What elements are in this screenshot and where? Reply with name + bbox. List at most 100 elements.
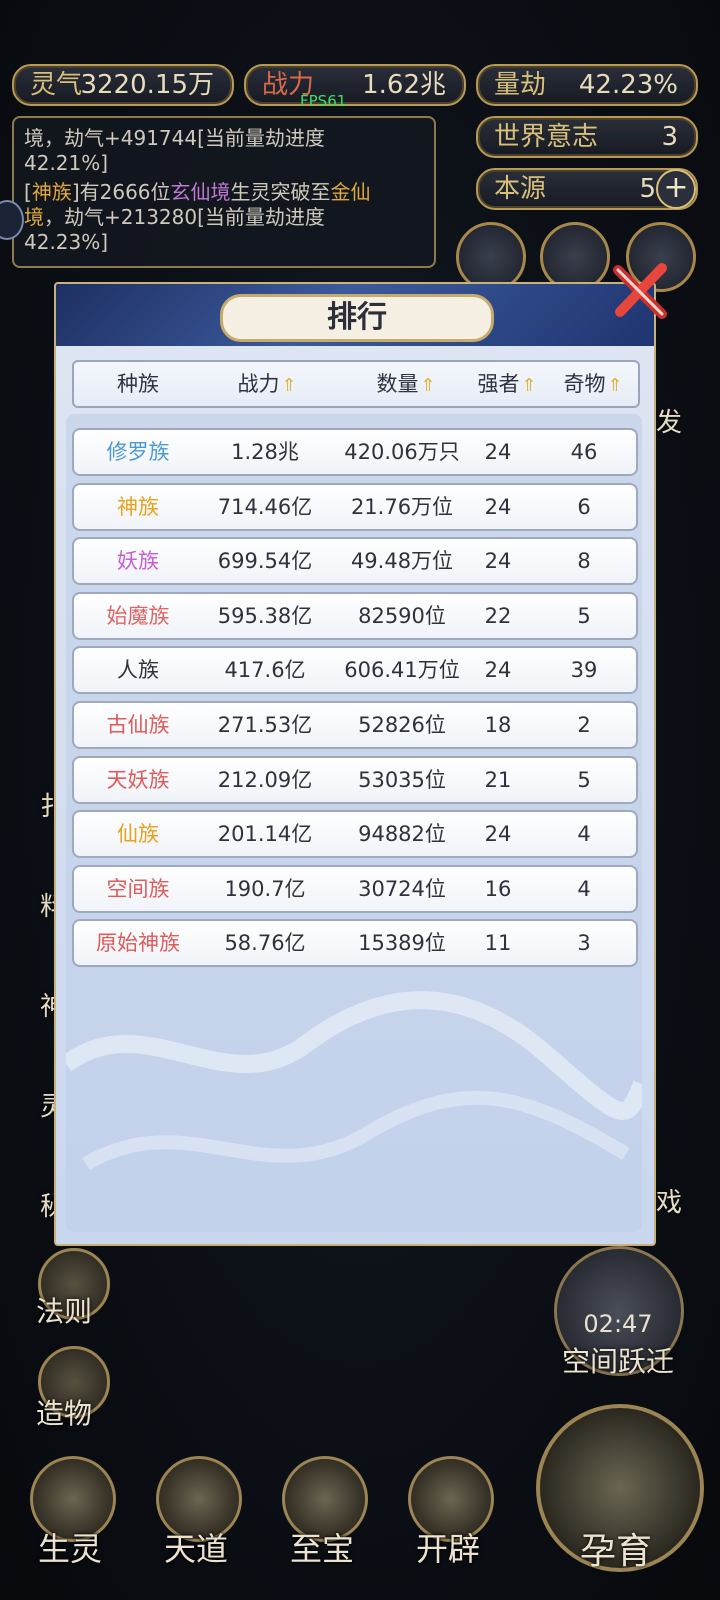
cell-power: 417.6亿 <box>224 658 306 683</box>
lingqi-resource: 灵气 3220.15万 <box>12 64 234 106</box>
cell-count: 15389位 <box>358 931 446 956</box>
cell-race: 空间族 <box>106 876 170 901</box>
cell-power: 595.38亿 <box>217 603 313 628</box>
nav-zhi-bao[interactable]: 至宝 <box>272 1456 372 1568</box>
cell-treasure: 5 <box>577 767 591 792</box>
lingqi-value: 3220.15万 <box>80 70 214 100</box>
cell-strong: 22 <box>484 603 512 628</box>
log-realm: 玄仙境 <box>170 180 231 204</box>
sort-power-button[interactable]: 战力 ⇑ <box>204 362 330 408</box>
side-btn-right[interactable]: 戏 <box>656 1182 682 1219</box>
cell-race: 始魔族 <box>106 603 170 628</box>
nav-label: 至宝 <box>289 1530 354 1568</box>
shijie-value: 3 <box>661 122 678 152</box>
log-text: 生灵突破至 <box>230 180 331 204</box>
header-race: 种族 <box>74 362 202 406</box>
header-treasure-label: 奇物 <box>563 372 606 396</box>
ranking-row[interactable]: 神族 714.46亿 21.76万位 24 6 <box>72 482 638 531</box>
nav-tian-dao[interactable]: 天道 <box>146 1456 246 1568</box>
ranking-row[interactable]: 原始神族 58.76亿 15389位 11 3 <box>72 919 638 968</box>
log-text: [ <box>24 180 32 204</box>
cell-treasure: 4 <box>577 876 591 901</box>
cell-count: 21.76万位 <box>350 494 454 519</box>
cell-treasure: 2 <box>577 713 591 737</box>
cell-race: 人族 <box>117 658 159 683</box>
nav-yun-yu[interactable]: 孕育 <box>536 1404 704 1594</box>
zhanli-value: 1.62兆 <box>362 70 446 100</box>
sort-arrow-icon: ⇑ <box>521 375 537 396</box>
cell-power: 699.54亿 <box>217 549 313 574</box>
benyuan-label: 本源 <box>494 174 547 204</box>
cell-strong: 18 <box>484 713 512 737</box>
nav-label: 生灵 <box>37 1530 102 1568</box>
liangjie-value: 42.23% <box>578 70 678 100</box>
cell-power: 58.76亿 <box>224 931 306 956</box>
space-jump-button[interactable]: 02:47 空间跃迁 <box>550 1246 686 1382</box>
cell-count: 82590位 <box>358 603 446 628</box>
space-jump-timer: 02:47 <box>583 1310 653 1338</box>
ranking-row[interactable]: 人族 417.6亿 606.41万位 24 39 <box>72 646 638 695</box>
cell-strong: 24 <box>484 822 512 847</box>
benyuan-value: 5 <box>639 174 656 204</box>
space-jump-label: 空间跃迁 <box>561 1345 674 1378</box>
panel-title: 排行 <box>220 294 494 342</box>
cell-count: 94882位 <box>358 822 446 847</box>
cell-race: 天妖族 <box>106 767 170 792</box>
fa-ze-button[interactable]: 法则 <box>28 1248 118 1338</box>
cell-power: 212.09亿 <box>217 767 313 792</box>
cell-treasure: 4 <box>577 822 591 847</box>
zao-wu-button[interactable]: 造物 <box>28 1346 118 1436</box>
sort-count-button[interactable]: 数量 ⇑ <box>330 362 482 408</box>
nav-label: 天道 <box>163 1530 228 1568</box>
ranking-row[interactable]: 始魔族 595.38亿 82590位 22 5 <box>72 591 638 640</box>
header-power-label: 战力 <box>237 372 280 396</box>
ranking-row[interactable]: 妖族 699.54亿 49.48万位 24 8 <box>72 537 638 586</box>
zao-wu-label: 造物 <box>36 1397 93 1430</box>
plus-icon[interactable]: + <box>656 169 696 209</box>
cell-treasure: 39 <box>570 658 598 683</box>
header-count-label: 数量 <box>376 372 419 396</box>
cell-race: 妖族 <box>117 549 159 574</box>
log-line: 42.23%] <box>24 230 109 254</box>
cell-power: 271.53亿 <box>217 713 313 737</box>
cell-race: 神族 <box>117 494 159 519</box>
cell-count: 30724位 <box>358 876 446 901</box>
cell-strong: 24 <box>484 440 512 464</box>
cell-strong: 24 <box>484 658 512 683</box>
cell-strong: 11 <box>484 931 512 956</box>
cell-treasure: 3 <box>577 931 591 956</box>
header-race-label: 种族 <box>117 372 159 396</box>
cell-race: 修罗族 <box>106 440 170 464</box>
log-line: 境，劫气+491744[当前量劫进度 <box>24 126 325 150</box>
sort-treasure-button[interactable]: 奇物 ⇑ <box>548 362 638 408</box>
sort-arrow-icon: ⇑ <box>281 375 297 396</box>
cloud-decoration <box>66 991 642 1171</box>
liangjie-resource[interactable]: 量劫 42.23% <box>476 64 698 106</box>
cell-treasure: 6 <box>577 494 591 519</box>
cell-count: 52826位 <box>358 713 446 737</box>
event-log: 境，劫气+491744[当前量劫进度 42.21%] [神族]有2666位玄仙境… <box>12 116 436 268</box>
ranking-header: 种族 战力 ⇑ 数量 ⇑ 强者 ⇑ 奇物 ⇑ <box>72 360 640 408</box>
cell-treasure: 5 <box>577 603 591 628</box>
benyuan-resource: 本源 5 + <box>476 168 698 210</box>
nav-sheng-ling[interactable]: 生灵 <box>20 1456 120 1568</box>
cell-count: 53035位 <box>358 767 446 792</box>
sort-strong-button[interactable]: 强者 ⇑ <box>462 362 552 408</box>
nav-kai-pi[interactable]: 开辟 <box>398 1456 498 1568</box>
shijie-resource[interactable]: 世界意志 3 <box>476 116 698 158</box>
nav-label: 开辟 <box>415 1530 480 1568</box>
side-btn-right[interactable]: 发 <box>656 402 682 439</box>
fa-ze-label: 法则 <box>36 1295 93 1328</box>
ranking-row[interactable]: 天妖族 212.09亿 53035位 21 5 <box>72 755 638 804</box>
sort-arrow-icon: ⇑ <box>607 375 623 396</box>
cell-race: 仙族 <box>117 822 159 847</box>
ranking-row[interactable]: 仙族 201.14亿 94882位 24 4 <box>72 810 638 859</box>
cell-treasure: 8 <box>577 549 591 574</box>
log-line: 境，劫气+213280[当前量劫进度 <box>24 205 424 230</box>
cell-strong: 24 <box>484 549 512 574</box>
close-icon[interactable] <box>612 260 672 322</box>
ranking-row[interactable]: 古仙族 271.53亿 52826位 18 2 <box>72 701 638 749</box>
ranking-row[interactable]: 空间族 190.7亿 30724位 16 4 <box>72 864 638 913</box>
ranking-row[interactable]: 修罗族 1.28兆 420.06万只 24 46 <box>72 428 638 476</box>
cell-strong: 24 <box>484 494 512 519</box>
